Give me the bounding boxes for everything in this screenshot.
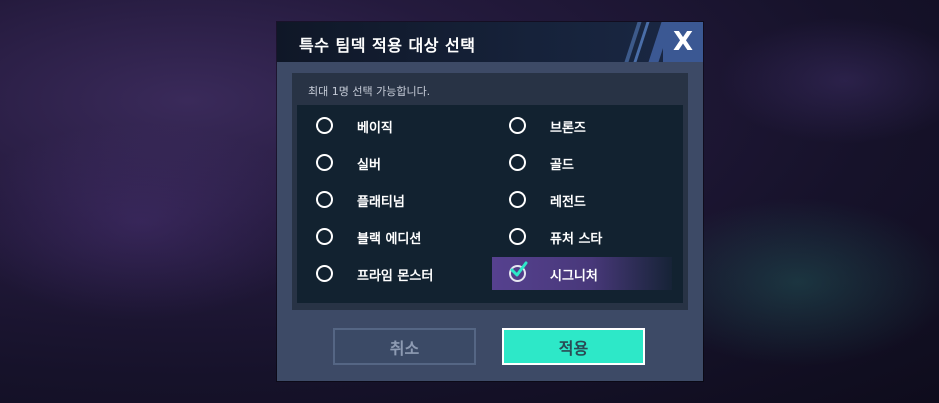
radio-circle-icon — [316, 154, 333, 171]
option-legend[interactable]: 레전드 — [497, 183, 677, 216]
dialog-title-bar: 특수 팀덱 적용 대상 선택 X — [277, 22, 703, 62]
team-deck-target-dialog: 특수 팀덱 적용 대상 선택 X 최대 1명 선택 가능합니다. 베이직 브론즈… — [277, 22, 703, 381]
option-label: 블랙 에디션 — [357, 232, 422, 247]
option-basic[interactable]: 베이직 — [304, 109, 484, 142]
apply-button[interactable]: 적용 — [502, 328, 645, 365]
option-silver[interactable]: 실버 — [304, 146, 484, 179]
option-label: 플래티넘 — [357, 195, 405, 210]
option-label: 브론즈 — [550, 121, 586, 136]
option-list: 베이직 브론즈 실버 골드 플래티넘 레전드 블랙 에디션 퓨처 스타 프라임 … — [297, 105, 683, 303]
selection-instruction: 최대 1명 선택 가능합니다. — [308, 85, 431, 98]
option-prime-monster[interactable]: 프라임 몬스터 — [304, 257, 484, 290]
option-future-star[interactable]: 퓨처 스타 — [497, 220, 677, 253]
radio-circle-icon — [509, 228, 526, 245]
option-label: 시그니처 — [550, 269, 598, 284]
radio-circle-icon — [509, 117, 526, 134]
checkmark-icon — [510, 261, 528, 277]
option-gold[interactable]: 골드 — [497, 146, 677, 179]
radio-circle-icon — [316, 191, 333, 208]
option-black-edition[interactable]: 블랙 에디션 — [304, 220, 484, 253]
option-label: 레전드 — [550, 195, 586, 210]
option-label: 프라임 몬스터 — [357, 269, 434, 284]
close-button[interactable]: X — [663, 22, 703, 62]
option-bronze[interactable]: 브론즈 — [497, 109, 677, 142]
radio-circle-icon — [316, 265, 333, 282]
option-platinum[interactable]: 플래티넘 — [304, 183, 484, 216]
dialog-title: 특수 팀덱 적용 대상 선택 — [299, 36, 476, 55]
radio-circle-icon — [316, 117, 333, 134]
radio-circle-icon — [316, 228, 333, 245]
option-label: 퓨처 스타 — [550, 232, 603, 247]
option-label: 골드 — [550, 158, 574, 173]
radio-circle-icon — [509, 154, 526, 171]
radio-circle-icon — [509, 191, 526, 208]
option-label: 실버 — [357, 158, 381, 173]
close-icon: X — [672, 27, 694, 57]
option-signature[interactable]: 시그니처 — [492, 257, 672, 290]
dialog-content: 최대 1명 선택 가능합니다. 베이직 브론즈 실버 골드 플래티넘 레전드 블… — [292, 73, 688, 310]
option-label: 베이직 — [357, 121, 393, 136]
cancel-button[interactable]: 취소 — [333, 328, 476, 365]
